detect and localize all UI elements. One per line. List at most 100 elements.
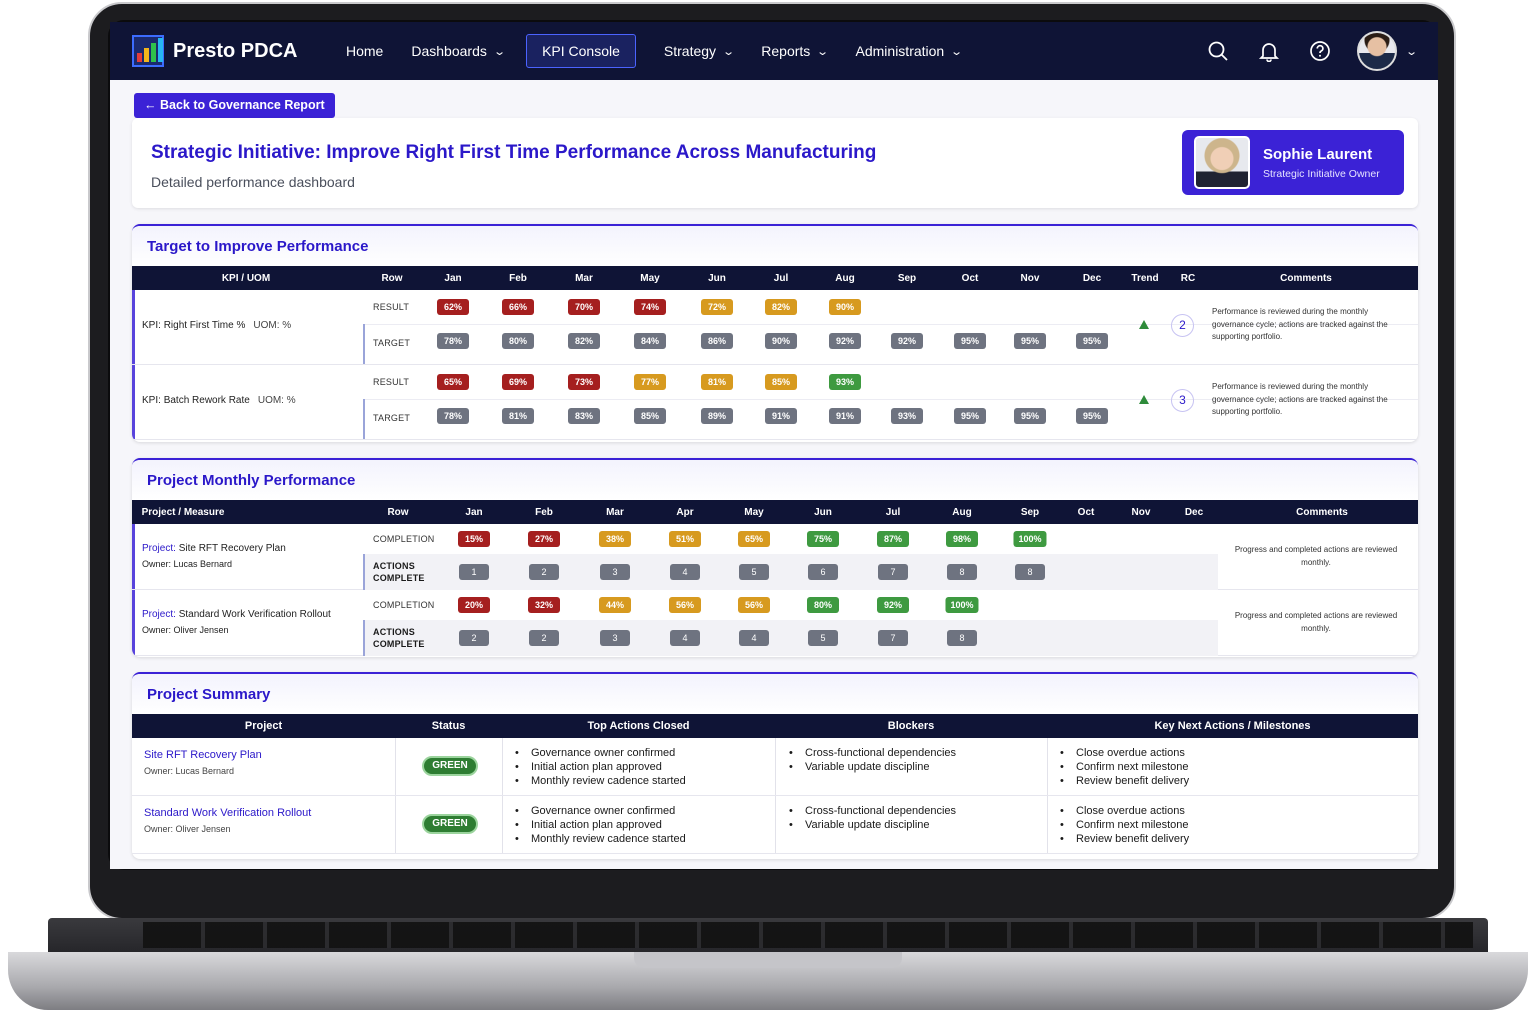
result-pill: 90%	[829, 299, 861, 315]
project-table-body: Project: Site RFT Recovery Plan Owner: Lu…	[132, 524, 1418, 656]
kpi-comment: Performance is reviewed during the month…	[1212, 307, 1388, 341]
project-name[interactable]: Project: Standard Work Verification Roll…	[142, 609, 331, 620]
user-avatar[interactable]	[1356, 31, 1397, 71]
actions-complete-pill: 7	[878, 564, 908, 580]
col-month-aug: Aug	[835, 273, 855, 284]
kpi-label: KPI: Right First Time % UOM: %	[142, 320, 291, 331]
chevron-down-icon[interactable]: ⌄	[1405, 45, 1418, 58]
col-month-jul: Jul	[885, 507, 901, 518]
nav-item-home[interactable]: Home	[346, 34, 383, 68]
target-pill: 95%	[1076, 408, 1108, 424]
rc-count-badge[interactable]: 2	[1171, 314, 1194, 337]
kpi-unit: %	[236, 320, 246, 331]
result-pill: 73%	[568, 374, 600, 390]
top-nav: Presto PDCA Home Dashboards ⌄ KPI Console St…	[110, 22, 1438, 80]
kpi-uom: UOM: %	[257, 395, 296, 406]
col-blockers: Blockers	[887, 720, 935, 732]
app-name: Presto PDCA	[173, 39, 298, 62]
nav-item-administration[interactable]: Administration ⌄	[856, 34, 964, 68]
result-pill: 72%	[701, 299, 733, 315]
col-project: Project	[244, 720, 283, 732]
column-divider	[775, 796, 776, 853]
completion-pill: 98%	[946, 531, 978, 547]
chevron-down-icon: ⌄	[950, 45, 964, 58]
nav-item-label: KPI Console	[542, 43, 620, 59]
trend-up-icon	[1139, 395, 1149, 404]
col-month-feb: Feb	[535, 507, 553, 518]
row-label-line: ACTIONS	[373, 627, 415, 637]
section-title: Project Monthly Performance	[132, 460, 1418, 500]
summary-table-header: Project Status Top Actions Closed Blockers K…	[132, 714, 1418, 738]
list-item: Cross-functional dependencies	[789, 746, 956, 760]
target-pill: 86%	[701, 333, 733, 349]
nav-item-reports[interactable]: Reports ⌄	[761, 34, 829, 68]
col-month-nov: Nov	[1131, 507, 1151, 518]
chevron-down-icon: ⌄	[722, 45, 736, 58]
top-actions-list: Governance owner confirmedInitial action…	[515, 746, 686, 788]
summary-project-link[interactable]: Standard Work Verification Rollout	[144, 807, 311, 819]
back-to-governance-report-button[interactable]: ← Back to Governance Report	[134, 93, 335, 118]
col-month-jan: Jan	[444, 273, 462, 284]
status-badge: GREEN	[422, 756, 478, 776]
kpi-prefix: KPI:	[142, 320, 164, 331]
list-item: Initial action plan approved	[515, 818, 686, 832]
actions-complete-pill: 4	[670, 630, 700, 646]
actions-complete-pill: 3	[600, 630, 630, 646]
actions-complete-pill: 8	[1015, 564, 1045, 580]
actions-complete-pill: 3	[600, 564, 630, 580]
column-divider	[502, 738, 503, 795]
owner-name: Sophie Laurent	[1263, 145, 1373, 163]
keyboard-keys	[143, 922, 1473, 948]
target-pill: 95%	[1076, 333, 1108, 349]
summary-project-link[interactable]: Site RFT Recovery Plan	[144, 749, 262, 761]
actions-complete-pill: 4	[670, 564, 700, 580]
actions-row-shade	[365, 554, 1218, 590]
col-status: Status	[431, 720, 466, 732]
kpi-comment: Performance is reviewed during the month…	[1212, 382, 1388, 416]
actions-complete-pill: 1	[459, 564, 489, 580]
help-icon[interactable]	[1309, 40, 1331, 62]
kpi-row: KPI: Batch Rework Rate UOM: % RESULT TARGET…	[132, 365, 1418, 440]
target-pill: 91%	[765, 408, 797, 424]
col-month-jun: Jun	[708, 273, 726, 284]
rc-count-badge[interactable]: 3	[1171, 389, 1194, 412]
nav-items: Home Dashboards ⌄ KPI Console Strategy ⌄ Repor…	[318, 34, 964, 68]
col-month-dec: Dec	[1184, 507, 1204, 518]
col-row: Row	[387, 507, 409, 518]
trend-up-icon	[1139, 320, 1149, 329]
actions-complete-pill: 2	[529, 630, 559, 646]
kpi-label: KPI: Batch Rework Rate UOM: %	[142, 395, 296, 406]
project-name[interactable]: Project: Site RFT Recovery Plan	[142, 543, 286, 554]
col-month-oct: Oct	[961, 273, 979, 284]
blockers-list: Cross-functional dependenciesVariable up…	[789, 746, 956, 774]
list-item: Confirm next milestone	[1060, 760, 1189, 774]
nav-right: ⌄	[1178, 31, 1418, 71]
nav-item-kpi-console[interactable]: KPI Console	[526, 34, 636, 68]
target-pill: 78%	[437, 333, 469, 349]
project-title: Standard Work Verification Rollout	[178, 609, 331, 620]
completion-pill: 56%	[738, 597, 770, 613]
target-pill: 95%	[1014, 333, 1046, 349]
col-month-sep: Sep	[897, 273, 917, 284]
col-month-oct: Oct	[1077, 507, 1095, 518]
col-month-may: May	[744, 507, 764, 518]
col-comments: Comments	[1280, 273, 1332, 284]
row-label-completion: COMPLETION	[373, 600, 435, 610]
search-icon[interactable]	[1207, 40, 1229, 62]
col-trend: Trend	[1131, 273, 1159, 284]
result-pill: 66%	[502, 299, 534, 315]
row-separator	[363, 399, 365, 439]
row-accent-bar	[132, 290, 135, 364]
row-label-actions-complete: ACTIONS COMPLETE	[373, 626, 425, 650]
bell-icon[interactable]	[1258, 40, 1280, 62]
actions-complete-pill: 7	[878, 630, 908, 646]
section-title: Project Summary	[132, 674, 1418, 714]
nav-item-strategy[interactable]: Strategy ⌄	[664, 34, 736, 68]
nav-item-dashboards[interactable]: Dashboards ⌄	[411, 34, 506, 68]
col-month-aug: Aug	[952, 507, 972, 518]
col-month-jan: Jan	[465, 507, 483, 518]
col-key-next-actions-milestones: Key Next Actions / Milestones	[1154, 720, 1311, 732]
app-logo[interactable]: Presto PDCA	[132, 35, 302, 67]
project-monthly-section: Project Monthly Performance Project / Me…	[132, 458, 1418, 657]
owner-card[interactable]: Sophie Laurent Strategic Initiative Owne…	[1182, 130, 1404, 195]
